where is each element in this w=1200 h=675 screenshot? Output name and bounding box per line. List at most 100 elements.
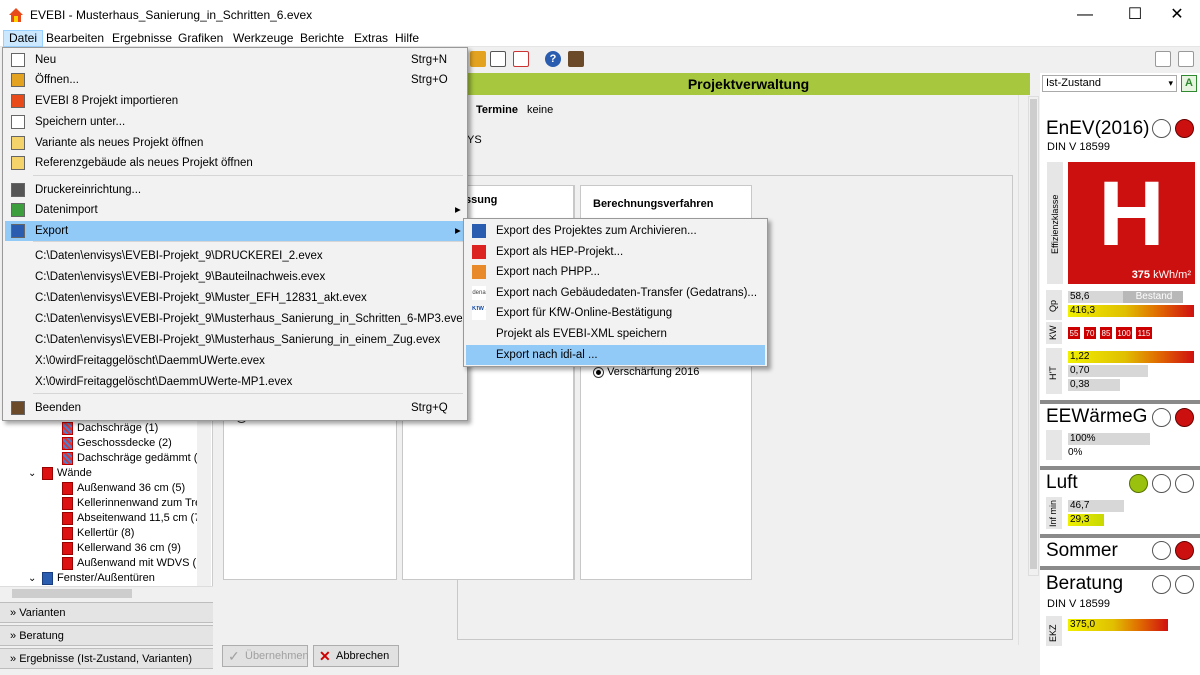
right-scrollbar[interactable] (1028, 96, 1039, 576)
luft-status-off-2 (1175, 474, 1194, 493)
efficiency-class-letter: H (1098, 163, 1165, 265)
tree-item-label: Außenwand mit WDVS (15 (77, 557, 209, 569)
submenu-arrow-icon: ▸ (455, 204, 461, 216)
help-icon[interactable]: ? (545, 51, 561, 67)
toolbar-report-icon[interactable] (490, 51, 506, 67)
toolbar-transfer-icon[interactable] (1155, 51, 1171, 67)
kfw-xml-icon: KfW XML (472, 306, 486, 321)
cancel-button[interactable]: ✕ Abbrechen (313, 645, 399, 667)
enev-status-red (1175, 119, 1194, 138)
recent-file-item[interactable]: C:\Daten\envisys\EVEBI-Projekt_9\Musterh… (5, 330, 465, 350)
toolbar-pdf-icon[interactable] (513, 51, 529, 67)
tree-hscroll-thumb[interactable] (12, 589, 132, 598)
accordion-beratung[interactable]: » Beratung (0, 625, 213, 646)
state-select-value: Ist-Zustand (1046, 77, 1102, 89)
enev-norm: DIN V 18599 (1047, 141, 1110, 153)
recent-file-item[interactable]: C:\Daten\envisys\EVEBI-Projekt_9\Muster_… (5, 288, 465, 308)
toolbar-chart-icon[interactable] (1178, 51, 1194, 67)
component-tree: Dachschräge (1) Geschossdecke (2) Dachschr… (0, 420, 213, 600)
menu-item-shortcut: Strg+Q (411, 402, 448, 414)
menu-datei[interactable]: Datei (3, 30, 44, 47)
app-house-icon (8, 7, 24, 23)
recent-file-item[interactable]: C:\Daten\envisys\EVEBI-Projekt_9\DRUCKER… (5, 246, 465, 266)
file-menu-item[interactable]: Druckereinrichtung... (5, 180, 465, 200)
ht-label: H'T (1048, 366, 1058, 380)
maximize-button[interactable]: ☐ (1112, 0, 1158, 30)
export-menu-item[interactable]: KfW XML Export für KfW-Online-Bestätigung (466, 303, 765, 323)
menu-ergebnisse[interactable]: Ergebnisse (107, 30, 177, 47)
file-menu-item[interactable]: Neu Strg+N (5, 50, 465, 70)
export-menu-item[interactable]: Projekt als EVEBI-XML speichern (466, 324, 765, 344)
ys-fragment: YS (467, 134, 482, 146)
tree-item[interactable]: Dachschräge gedämmt (1 (62, 451, 204, 466)
tree-item[interactable]: Abseitenwand 11,5 cm (7 (62, 511, 200, 526)
state-select[interactable]: Ist-Zustand ▾ (1042, 75, 1177, 92)
file-menu-item[interactable]: Datenimport ▸ (5, 200, 465, 220)
radio-verschaerfung[interactable]: Verschärfung 2016 (593, 366, 699, 378)
export-menu-item[interactable]: dena Export nach Gebäudedaten-Transfer (G… (466, 283, 765, 303)
tree-vscrollbar[interactable] (197, 420, 211, 586)
accordion-varianten[interactable]: » Varianten (0, 602, 213, 623)
tree-item[interactable]: Kellerwand 36 cm (9) (62, 541, 181, 556)
folder-icon (11, 156, 25, 170)
toolbar-folder-icon[interactable] (470, 51, 486, 67)
a-mode-icon[interactable]: A (1181, 75, 1197, 92)
menu-item-label: Öffnen... (35, 74, 79, 86)
recent-file-item[interactable]: C:\Daten\envisys\EVEBI-Projekt_9\Bauteil… (5, 267, 465, 287)
menu-hilfe[interactable]: Hilfe (390, 30, 424, 47)
close-button[interactable]: ✕ (1154, 0, 1200, 30)
file-menu-item[interactable]: Export ▸ (5, 221, 465, 241)
tree-item[interactable]: ⌄ Fenster/Außentüren (28, 571, 155, 586)
file-menu-item[interactable]: EVEBI 8 Projekt importieren (5, 91, 465, 111)
tree-item[interactable]: Kellerinnenwand zum Tre| (62, 496, 204, 511)
export-menu-item[interactable]: Export nach idi-al ... (466, 344, 765, 365)
panel-divider (1040, 400, 1200, 404)
qp-label: Qp (1048, 299, 1058, 312)
menu-bearbeiten[interactable]: Bearbeiten (41, 30, 109, 47)
tree-item-label: Kellerinnenwand zum Tre| (77, 497, 204, 509)
file-menu-item[interactable]: Speichern unter... (5, 112, 465, 132)
file-menu-item[interactable]: Referenzgebäude als neues Projekt öffnen (5, 153, 465, 173)
file-menu-item[interactable]: Beenden Strg+Q (5, 398, 465, 418)
menu-werkzeuge[interactable]: Werkzeuge (228, 30, 298, 47)
eewaermeg-value-1: 100% (1068, 433, 1150, 445)
menu-extras[interactable]: Extras (349, 30, 393, 47)
export-menu-item[interactable]: Export nach PHPP... (466, 262, 765, 282)
accordion-varianten-label: Varianten (19, 607, 66, 619)
termine-label: Termine (476, 104, 518, 116)
accordion-ergebnisse[interactable]: » Ergebnisse (Ist-Zustand, Varianten) (0, 648, 213, 669)
expand-toggle-icon[interactable]: ⌄ (28, 466, 42, 481)
qp-bestand: Bestand (1123, 291, 1183, 303)
tree-item[interactable]: Kellertür (8) (62, 526, 134, 541)
window-title: EVEBI - Musterhaus_Sanierung_in_Schritte… (30, 8, 313, 22)
menu-berichte[interactable]: Berichte (295, 30, 349, 47)
minimize-button[interactable]: — (1062, 0, 1108, 30)
expand-toggle-icon[interactable]: ⌄ (28, 571, 42, 586)
file-menu-item[interactable]: Variante als neues Projekt öffnen (5, 133, 465, 153)
menu-separator (33, 393, 463, 394)
tree-item[interactable]: Dachschräge (1) (62, 421, 158, 436)
tree-item[interactable]: Außenwand mit WDVS (15 (62, 556, 208, 571)
tree-hscrollbar[interactable] (0, 586, 213, 600)
export-menu-item-label: Export als HEP-Projekt... (496, 245, 624, 258)
file-menu-item[interactable]: Öffnen... Strg+O (5, 70, 465, 90)
recent-file-item[interactable]: X:\0wirdFreitaggelöscht\DaemmUWerte-MP1.… (5, 372, 465, 392)
card1-title: ssung (465, 194, 498, 206)
main-content: Termine keine YS ssung Berechnungsverfah… (223, 95, 1030, 645)
effizienz-label: Effizienzklasse (1050, 194, 1060, 254)
luft-status-off (1152, 474, 1171, 493)
recent-file-item[interactable]: C:\Daten\envisys\EVEBI-Projekt_9\Musterh… (5, 309, 468, 329)
apply-button[interactable]: ✓ Übernehmen (222, 645, 309, 667)
right-scroll-thumb[interactable] (1030, 99, 1037, 569)
tree-item[interactable]: Außenwand 36 cm (5) (62, 481, 185, 496)
export-menu-item-label: Export nach idi-al ... (496, 348, 598, 361)
import-arrow-icon (11, 203, 25, 217)
efficiency-class-badge: H 375 kWh/m² (1068, 162, 1195, 284)
menu-grafiken[interactable]: Grafiken (173, 30, 228, 47)
tree-item[interactable]: ⌄ Wände (28, 466, 92, 481)
recent-file-item[interactable]: X:\0wirdFreitaggelöscht\DaemmUWerte.evex (5, 351, 465, 371)
export-menu-item[interactable]: Export des Projektes zum Archivieren... (466, 221, 765, 241)
export-menu-item[interactable]: Export als HEP-Projekt... (466, 242, 765, 262)
toolbar-exit-icon[interactable] (568, 51, 584, 67)
tree-item[interactable]: Geschossdecke (2) (62, 436, 172, 451)
